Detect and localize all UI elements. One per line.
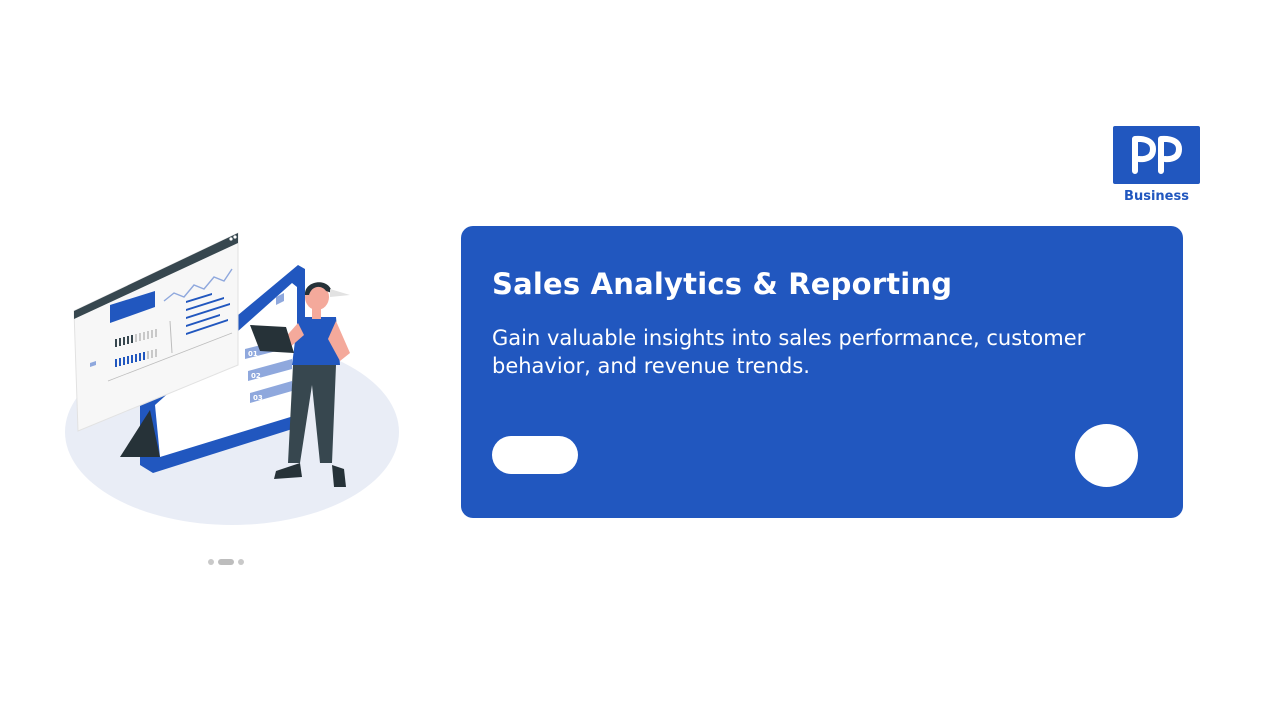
- svg-text:03: 03: [253, 394, 263, 402]
- svg-text:01: 01: [248, 350, 258, 358]
- carousel-dot[interactable]: [238, 559, 244, 565]
- card-title: Sales Analytics & Reporting: [492, 267, 953, 301]
- carousel-dots: [208, 559, 244, 565]
- primary-action-button[interactable]: [492, 436, 578, 474]
- carousel-dot[interactable]: [208, 559, 214, 565]
- brand-label: Business: [1124, 189, 1189, 204]
- pp-logo-mark: [1131, 135, 1182, 174]
- analytics-dashboard-illustration: 01 02 03: [60, 225, 405, 530]
- carousel-dot-active[interactable]: [218, 559, 234, 565]
- svg-text:02: 02: [251, 372, 261, 380]
- card-description: Gain valuable insights into sales perfor…: [492, 326, 1086, 378]
- next-button[interactable]: [1075, 424, 1138, 487]
- onboarding-slide: Business 01 02 03 Sales Analytics & Repo…: [0, 0, 1280, 720]
- pp-logo-icon: [1113, 126, 1200, 184]
- feature-card: Sales Analytics & Reporting Gain valuabl…: [461, 226, 1183, 518]
- dashboard-illustration-icon: 01 02 03: [65, 232, 399, 525]
- brand-logo: Business: [1113, 126, 1200, 205]
